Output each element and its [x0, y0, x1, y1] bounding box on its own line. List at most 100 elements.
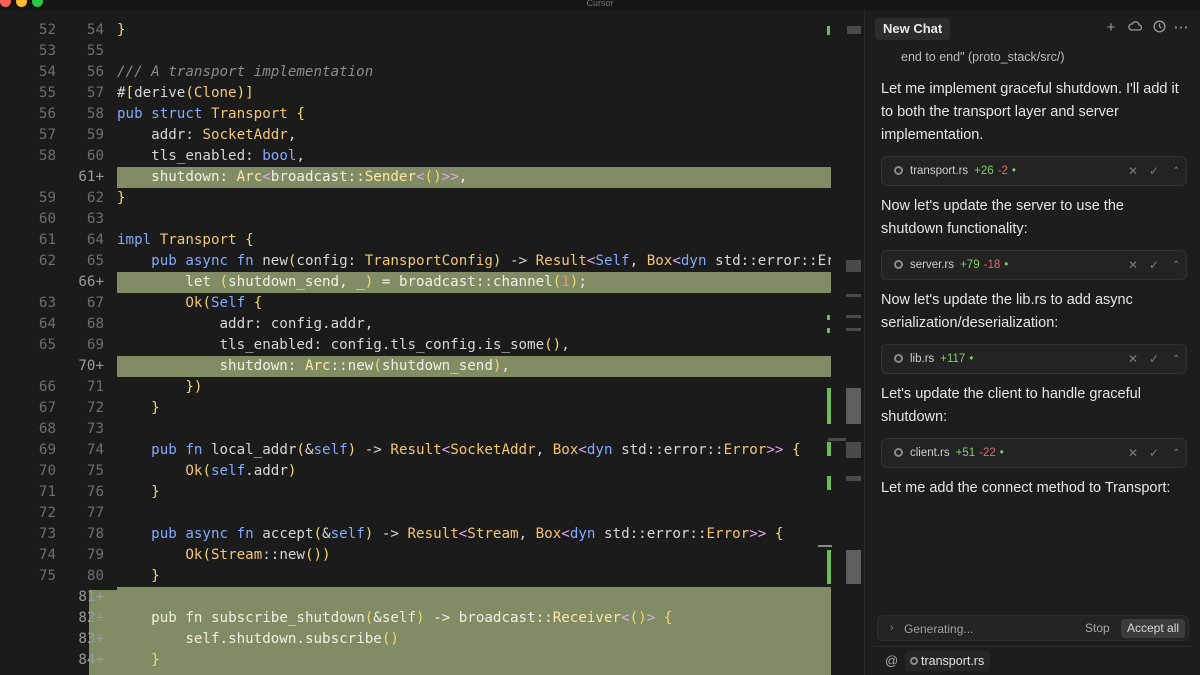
new-line-number: 74: [86, 442, 104, 458]
expand-chevron-icon[interactable]: ⌃: [1172, 166, 1180, 177]
code-line[interactable]: 74 79 Ok(Stream::new()): [0, 545, 864, 566]
expand-chevron-icon[interactable]: ⌃: [1172, 260, 1180, 271]
code-line[interactable]: 57 59 addr: SocketAddr,: [0, 125, 864, 146]
code-line[interactable]: 60 63: [0, 209, 864, 230]
title-bar: Cursor: [0, 0, 1200, 10]
accept-all-button[interactable]: Accept all: [1121, 619, 1186, 638]
more-icon[interactable]: ⋯: [1173, 20, 1189, 36]
code-line[interactable]: 73 78 pub async fn accept(&self) -> Resul…: [0, 524, 864, 545]
code-text: pub fn local_addr(&self) -> Result<Socke…: [151, 442, 801, 458]
code-line[interactable]: 70 75 Ok(self.addr): [0, 461, 864, 482]
history-icon[interactable]: [1151, 20, 1167, 36]
scrollbar-thumb[interactable]: [846, 388, 861, 424]
code-line[interactable]: 59 62}: [0, 188, 864, 209]
added-code-line[interactable]: 66+ let (shutdown_send, _) = broadcast::…: [0, 272, 864, 293]
reject-change-icon[interactable]: ✕: [1128, 352, 1138, 366]
code-line[interactable]: 58 60 tls_enabled: bool,: [0, 146, 864, 167]
code-line[interactable]: 63 67 Ok(Self {: [0, 293, 864, 314]
old-line-number: 68: [38, 421, 56, 437]
code-line[interactable]: 52 54}: [0, 20, 864, 41]
context-file-name: transport.rs: [921, 654, 985, 668]
file-change-chip-server[interactable]: server.rs +79 -18 • ✕ ✓ ⌃: [881, 250, 1187, 280]
code-line[interactable]: 69 74 pub fn local_addr(&self) -> Result<…: [0, 440, 864, 461]
stop-button[interactable]: Stop: [1085, 621, 1110, 635]
reject-change-icon[interactable]: ✕: [1128, 258, 1138, 272]
new-line-number: 77: [86, 505, 104, 521]
expand-chevron-icon[interactable]: ⌃: [1172, 354, 1180, 365]
code-line[interactable]: 62 65 pub async fn new(config: TransportC…: [0, 251, 864, 272]
code-text: Ok(Stream::new()): [185, 547, 331, 563]
code-line[interactable]: 56 58 pub struct Transport {: [0, 104, 864, 125]
new-line-number: 57: [86, 85, 104, 101]
code-editor[interactable]: 52 54} 53 55 54 56 /// A transport implementat…: [0, 10, 864, 675]
code-line[interactable]: 64 68 addr: config.addr,: [0, 314, 864, 335]
accept-change-icon[interactable]: ✓: [1149, 446, 1159, 460]
code-text: impl Transport {: [117, 232, 254, 248]
added-code-line[interactable]: 70+ shutdown: Arc::new(shutdown_send),: [0, 356, 864, 377]
mention-icon[interactable]: @: [885, 653, 898, 668]
lines-added: +117: [940, 353, 966, 365]
file-icon: [894, 448, 903, 457]
file-chip-name: client.rs: [910, 447, 950, 459]
accept-change-icon[interactable]: ✓: [1149, 352, 1159, 366]
code-text: }: [151, 484, 160, 500]
added-code-line[interactable]: 84+ }: [0, 650, 864, 671]
code-line[interactable]: 65 69 tls_enabled: config.tls_config.is_s…: [0, 335, 864, 356]
minimap-change-marker: [827, 328, 830, 333]
accept-change-icon[interactable]: ✓: [1149, 164, 1159, 178]
cloud-icon[interactable]: [1127, 20, 1143, 36]
code-line[interactable]: 53 55: [0, 41, 864, 62]
code-line[interactable]: 55 57 #[derive(Clone)]: [0, 83, 864, 104]
old-line-number: 75: [38, 568, 56, 584]
code-line[interactable]: 66 71 }): [0, 377, 864, 398]
new-line-number: 54: [86, 22, 104, 38]
context-file-chip[interactable]: transport.rs: [905, 651, 991, 671]
lines-added: +26: [974, 165, 994, 177]
reject-change-icon[interactable]: ✕: [1128, 164, 1138, 178]
assistant-message: Let me implement graceful shutdown. I'll…: [881, 81, 1179, 143]
minimap-cursor: [818, 545, 832, 547]
old-line-number: 65: [38, 337, 56, 353]
tab-new-chat[interactable]: New Chat: [875, 18, 951, 40]
code-line[interactable]: 61 64 impl Transport {: [0, 230, 864, 251]
status-dot: •: [1004, 259, 1009, 271]
code-line[interactable]: 71 76 }: [0, 482, 864, 503]
plus-icon[interactable]: +: [1103, 20, 1119, 36]
code-line[interactable]: 75 80 }: [0, 566, 864, 587]
minimap-change-marker: [827, 26, 830, 35]
added-code-line[interactable]: 81+: [0, 587, 864, 608]
new-line-number: 69: [86, 337, 104, 353]
code-text: }: [151, 652, 160, 668]
new-line-number: 75: [86, 463, 104, 479]
code-line[interactable]: 67 72 }: [0, 398, 864, 419]
new-line-number: 76: [86, 484, 104, 500]
added-code-line[interactable]: 83+ self.shutdown.subscribe(): [0, 629, 864, 650]
code-line[interactable]: 68 73: [0, 419, 864, 440]
new-line-number: 81+: [78, 589, 104, 605]
editor-minimap[interactable]: [818, 10, 864, 675]
file-icon: [910, 657, 918, 665]
file-change-chip-client[interactable]: client.rs +51 -22 • ✕ ✓ ⌃: [881, 438, 1187, 468]
added-code-line[interactable]: 61+ shutdown: Arc<broadcast::Sender<()>>…: [0, 167, 864, 188]
chat-input[interactable]: @ transport.rs: [873, 646, 1193, 675]
reject-change-icon[interactable]: ✕: [1128, 446, 1138, 460]
file-change-chip-transport[interactable]: transport.rs +26 -2 • ✕ ✓ ⌃: [881, 156, 1187, 186]
code-line[interactable]: 54 56 /// A transport implementation: [0, 62, 864, 83]
status-dot: •: [999, 447, 1004, 459]
file-change-chip-lib[interactable]: lib.rs +117 • ✕ ✓ ⌃: [881, 344, 1187, 374]
new-line-number: 84+: [78, 652, 104, 668]
code-text: tls_enabled: config.tls_config.is_some()…: [219, 337, 570, 353]
old-line-number: 61: [38, 232, 56, 248]
old-line-number: 60: [38, 211, 56, 227]
minimap-block: [846, 328, 861, 331]
old-line-number: 73: [38, 526, 56, 542]
added-code-line[interactable]: 82+ pub fn subscribe_shutdown(&self) -> …: [0, 608, 864, 629]
minimap-block: [847, 26, 861, 34]
accept-change-icon[interactable]: ✓: [1149, 258, 1159, 272]
code-text: Ok(Self {: [185, 295, 263, 311]
chevron-right-icon[interactable]: ›: [890, 622, 894, 634]
expand-chevron-icon[interactable]: ⌃: [1172, 448, 1180, 459]
code-line[interactable]: 72 77: [0, 503, 864, 524]
old-line-number: 56: [38, 106, 56, 122]
status-dot: •: [1011, 165, 1016, 177]
